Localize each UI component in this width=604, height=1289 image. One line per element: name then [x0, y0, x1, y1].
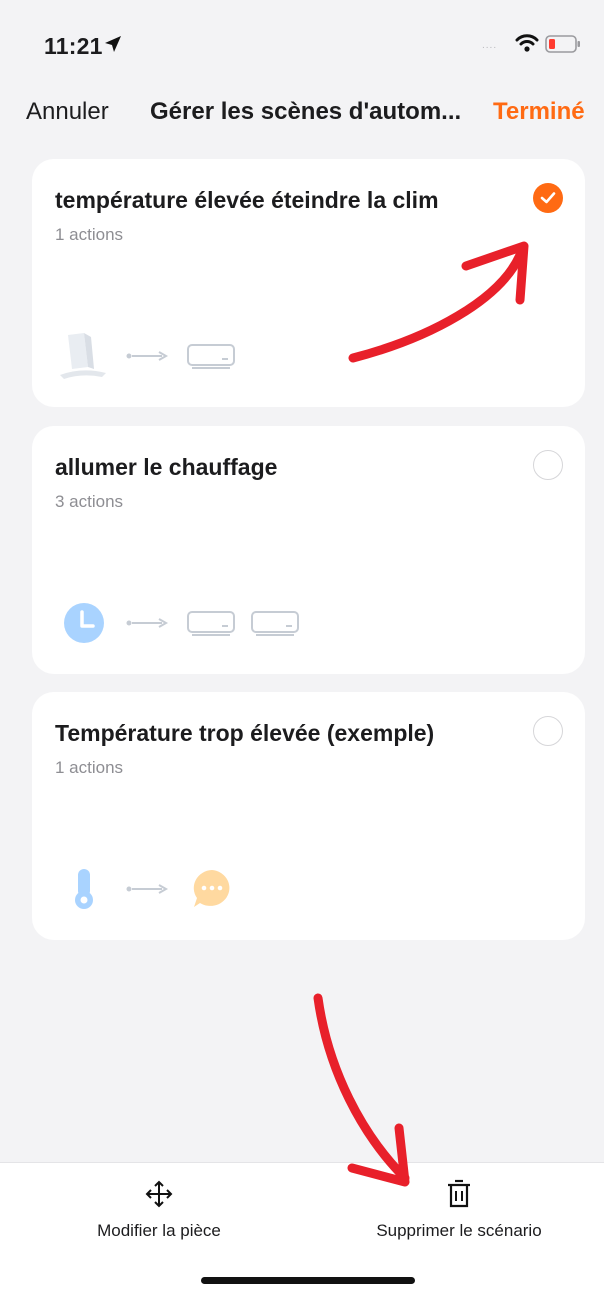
- scene-select-checkbox[interactable]: [533, 183, 563, 213]
- trash-icon: [448, 1179, 470, 1208]
- arrow-icon: [126, 884, 169, 894]
- checkmark-icon: [540, 192, 556, 204]
- cancel-button[interactable]: Annuler: [26, 98, 109, 126]
- scene-card[interactable]: température élevée éteindre la clim 1 ac…: [32, 159, 585, 407]
- battery-low-icon: [545, 35, 580, 53]
- nav-bar: Annuler Gérer les scènes d'autom... Term…: [0, 90, 604, 140]
- message-bubble-icon: [193, 870, 230, 907]
- home-indicator: [201, 1277, 415, 1284]
- move-arrows-icon: [145, 1180, 173, 1208]
- bottom-toolbar: Modifier la pièce Supprimer le scénario: [0, 1162, 604, 1289]
- annotation-arrow-to-delete: [313, 993, 410, 1187]
- scene-select-checkbox[interactable]: [533, 716, 563, 746]
- scene-title: température élevée éteindre la clim: [55, 187, 439, 213]
- scene-card[interactable]: Température trop élevée (exemple) 1 acti…: [32, 692, 585, 940]
- thermometer-icon: [75, 869, 93, 909]
- scene-action-count: 1 actions: [55, 758, 124, 777]
- arrow-icon: [126, 618, 169, 628]
- status-bar: 11:21 ....: [0, 0, 604, 90]
- delete-scene-label: Supprimer le scénario: [376, 1221, 542, 1240]
- location-arrow-icon: [105, 36, 121, 52]
- air-conditioner-icon: [187, 611, 235, 636]
- air-conditioner-icon: [187, 344, 235, 369]
- sensor-device-icon: [60, 333, 106, 379]
- done-button[interactable]: Terminé: [493, 98, 585, 126]
- scene-card[interactable]: allumer le chauffage 3 actions: [32, 426, 585, 674]
- move-room-button[interactable]: Modifier la pièce: [39, 1179, 279, 1249]
- scene-action-count: 3 actions: [55, 492, 124, 511]
- status-time: 11:21: [44, 33, 103, 59]
- scene-select-checkbox[interactable]: [533, 450, 563, 480]
- page-title: Gérer les scènes d'autom...: [150, 98, 462, 125]
- move-room-label: Modifier la pièce: [97, 1221, 221, 1240]
- clock-icon: [64, 603, 104, 643]
- arrow-icon: [126, 351, 169, 361]
- signal-dots: ....: [482, 40, 498, 51]
- air-conditioner-icon: [251, 611, 299, 636]
- scene-title: allumer le chauffage: [55, 454, 278, 480]
- delete-scene-button[interactable]: Supprimer le scénario: [339, 1179, 579, 1249]
- scene-title: Température trop élevée (exemple): [55, 720, 435, 746]
- wifi-icon: [515, 34, 539, 52]
- scene-action-count: 1 actions: [55, 225, 124, 244]
